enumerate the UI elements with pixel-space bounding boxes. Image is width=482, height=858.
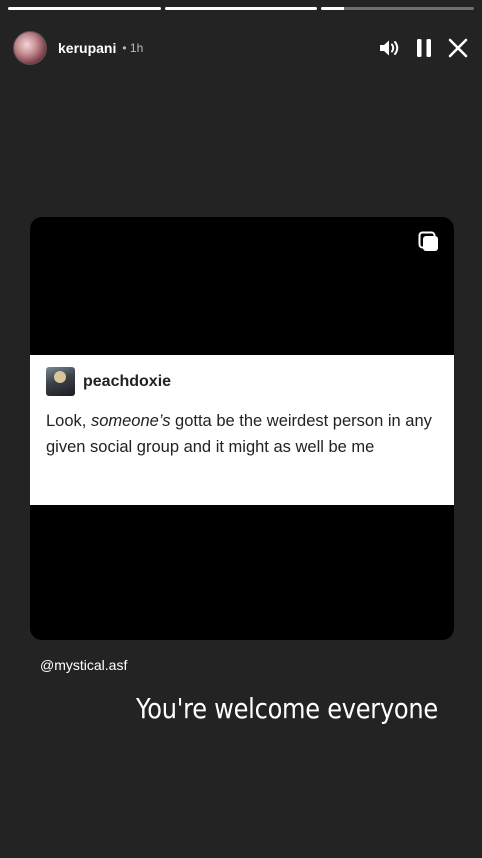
post-username: peachdoxie	[83, 372, 172, 390]
progress-segment	[164, 7, 318, 10]
timestamp: • 1h	[122, 41, 144, 55]
progress-segment	[8, 7, 161, 10]
post-avatar	[46, 367, 75, 396]
username[interactable]: kerupani	[58, 40, 116, 56]
post-text-before: Look,	[46, 412, 91, 430]
story-progress-bar	[8, 7, 475, 10]
post-text-italic: someone’s	[90, 412, 171, 430]
close-icon[interactable]	[447, 37, 469, 59]
caption-text: You're welcome everyone	[136, 692, 438, 725]
progress-fill	[321, 7, 345, 10]
pause-icon[interactable]	[413, 37, 435, 59]
post-header: peachdoxie	[46, 367, 171, 396]
story-header: kerupani • 1h	[13, 30, 469, 66]
tumblr-post-card: peachdoxie Look, someone’s gotta be the …	[30, 355, 454, 505]
shared-post-media[interactable]: peachdoxie Look, someone’s gotta be the …	[30, 217, 454, 640]
progress-fill	[8, 7, 161, 10]
carousel-icon	[418, 231, 440, 253]
mention-sticker[interactable]: @mystical.asf	[40, 657, 127, 673]
avatar[interactable]	[13, 31, 47, 65]
story-viewer[interactable]: kerupani • 1h peachdoxie Look, someone’s…	[0, 0, 482, 858]
post-text: Look, someone’s gotta be the weirdest pe…	[46, 408, 442, 460]
progress-segment	[321, 7, 475, 10]
volume-icon[interactable]	[379, 37, 401, 59]
story-controls	[379, 37, 469, 59]
progress-fill	[164, 7, 318, 10]
